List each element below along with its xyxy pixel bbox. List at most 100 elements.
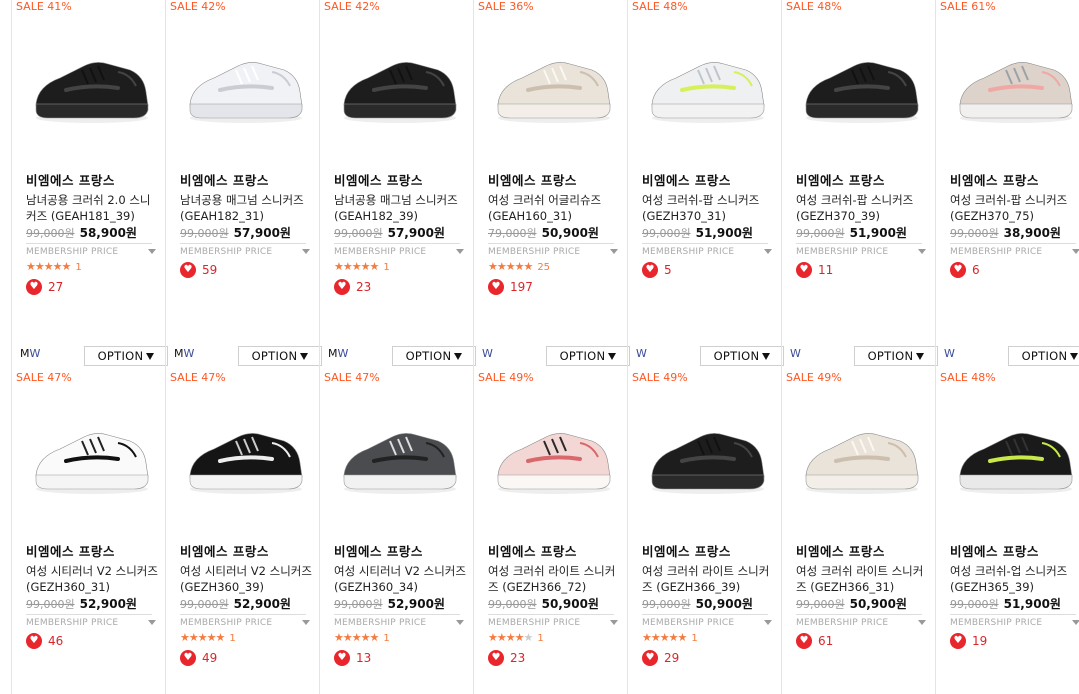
brand-name[interactable]: 비엠에스 프랑스 — [26, 170, 115, 189]
black-sneaker-image[interactable] — [796, 26, 926, 136]
like-button[interactable]: ♥ 49 — [180, 650, 217, 666]
product-card[interactable]: SALE 47% 비엠에스 프랑스 여성 시티러너 V2 스니커즈 (GEZH3… — [319, 371, 473, 694]
membership-price-toggle[interactable]: MEMBERSHIP PRICE — [796, 243, 926, 257]
product-card[interactable]: SALE 48% 비엠에스 프랑스 여성 크러쉬-팝 스니커즈 (GEZH370… — [781, 0, 938, 371]
grey-sock-sneaker-image[interactable] — [334, 397, 464, 507]
product-name[interactable]: 여성 크러쉬-팝 스니커즈 (GEZH370_39) — [796, 192, 928, 224]
membership-price-toggle[interactable]: MEMBERSHIP PRICE — [26, 614, 156, 628]
like-button[interactable]: ♥ 13 — [334, 650, 371, 666]
membership-price-toggle[interactable]: MEMBERSHIP PRICE — [26, 243, 156, 257]
product-card[interactable]: SALE 49% 비엠에스 프랑스 여성 크러쉬 라이트 스니커즈 (GEZH3… — [627, 371, 781, 694]
product-name[interactable]: 남녀공용 매그넘 스니커즈 (GEAH182_39) — [334, 192, 466, 224]
brand-name[interactable]: 비엠에스 프랑스 — [180, 170, 269, 189]
brand-name[interactable]: 비엠에스 프랑스 — [334, 170, 423, 189]
caret-down-icon — [916, 352, 925, 360]
product-card[interactable]: SALE 42% 비엠에스 프랑스 남녀공용 매그넘 스니커즈 (GEAH182… — [165, 0, 322, 371]
brand-name[interactable]: 비엠에스 프랑스 — [642, 170, 731, 189]
product-name[interactable]: 남녀공용 크러쉬 2.0 스니커즈 (GEAH181_39) — [26, 192, 158, 224]
membership-price-toggle[interactable]: MEMBERSHIP PRICE — [488, 243, 618, 257]
sale-price: 50,900원 — [541, 226, 599, 240]
membership-price-toggle[interactable]: MEMBERSHIP PRICE — [950, 614, 1079, 628]
like-button[interactable]: ♥ 23 — [334, 279, 371, 295]
product-name[interactable]: 여성 크러쉬 라이트 스니커즈 (GEZH366_31) — [796, 563, 928, 595]
like-button[interactable]: ♥ 197 — [488, 279, 533, 295]
membership-price-toggle[interactable]: MEMBERSHIP PRICE — [642, 614, 772, 628]
like-button[interactable]: ♥ 5 — [642, 262, 672, 278]
white-sneaker-image[interactable] — [180, 26, 310, 136]
product-card[interactable]: SALE 42% 비엠에스 프랑스 남녀공용 매그넘 스니커즈 (GEAH182… — [319, 0, 476, 371]
product-name[interactable]: 여성 시티러너 V2 스니커즈 (GEZH360_31) — [26, 563, 158, 595]
brand-name[interactable]: 비엠에스 프랑스 — [796, 541, 885, 560]
black-mesh-sneaker-image[interactable] — [950, 397, 1079, 507]
brand-name[interactable]: 비엠에스 프랑스 — [796, 170, 885, 189]
product-name[interactable]: 여성 크러쉬-팝 스니커즈 (GEZH370_75) — [950, 192, 1079, 224]
brand-name[interactable]: 비엠에스 프랑스 — [488, 541, 577, 560]
product-card[interactable]: SALE 47% 비엠에스 프랑스 여성 시티러너 V2 스니커즈 (GEZH3… — [165, 371, 319, 694]
option-button[interactable]: OPTION — [84, 346, 168, 366]
like-button[interactable]: ♥ 61 — [796, 633, 833, 649]
product-name[interactable]: 여성 크러쉬-팝 스니커즈 (GEZH370_31) — [642, 192, 774, 224]
brand-name[interactable]: 비엠에스 프랑스 — [642, 541, 731, 560]
membership-price-toggle[interactable]: MEMBERSHIP PRICE — [950, 243, 1079, 257]
product-name[interactable]: 여성 크러쉬 라이트 스니커즈 (GEZH366_72) — [488, 563, 620, 595]
review-count: 1 — [75, 262, 82, 273]
original-price: 99,000원 — [180, 598, 229, 611]
like-button[interactable]: ♥ 46 — [26, 633, 63, 649]
black-sock-sneaker-image[interactable] — [180, 397, 310, 507]
like-button[interactable]: ♥ 23 — [488, 650, 525, 666]
beige-pink-sneaker-image[interactable] — [950, 26, 1079, 136]
membership-price-toggle[interactable]: MEMBERSHIP PRICE — [180, 243, 310, 257]
product-card[interactable]: SALE 49% 비엠에스 프랑스 여성 크러쉬 라이트 스니커즈 (GEZH3… — [781, 371, 935, 694]
product-name[interactable]: 여성 시티러너 V2 스니커즈 (GEZH360_34) — [334, 563, 466, 595]
product-card[interactable]: SALE 49% 비엠에스 프랑스 여성 크러쉬 라이트 스니커즈 (GEZH3… — [473, 371, 627, 694]
membership-price-toggle[interactable]: MEMBERSHIP PRICE — [488, 614, 618, 628]
like-button[interactable]: ♥ 29 — [642, 650, 679, 666]
product-card[interactable]: SALE 61% 비엠에스 프랑스 여성 크러쉬-팝 스니커즈 (GEZH370… — [935, 0, 1079, 371]
option-button[interactable]: OPTION — [854, 346, 938, 366]
like-button[interactable]: ♥ 27 — [26, 279, 63, 295]
product-name[interactable]: 여성 크러쉬 어글리슈즈 (GEAH160_31) — [488, 192, 620, 224]
option-label: OPTION — [713, 349, 760, 363]
sale-badge: SALE 48% — [940, 371, 996, 384]
black-sneaker-image[interactable] — [334, 26, 464, 136]
black-sneaker-image[interactable] — [26, 26, 156, 136]
product-card[interactable]: SALE 36% 비엠에스 프랑스 여성 크러쉬 어글리슈즈 (GEAH160_… — [473, 0, 630, 371]
membership-price-toggle[interactable]: MEMBERSHIP PRICE — [796, 614, 926, 628]
like-button[interactable]: ♥ 19 — [950, 633, 987, 649]
brand-name[interactable]: 비엠에스 프랑스 — [180, 541, 269, 560]
black-sneaker-image[interactable] — [642, 397, 772, 507]
option-button[interactable]: OPTION — [392, 346, 476, 366]
option-button[interactable]: OPTION — [238, 346, 322, 366]
product-name[interactable]: 여성 크러쉬-업 스니커즈 (GEZH365_39) — [950, 563, 1079, 595]
price: 99,000원 52,900원 — [334, 595, 445, 612]
product-name[interactable]: 남녀공용 매그넘 스니커즈 (GEAH182_31) — [180, 192, 312, 224]
option-button[interactable]: OPTION — [546, 346, 630, 366]
sale-price: 51,900원 — [1003, 597, 1061, 611]
product-card[interactable]: SALE 48% 비엠에스 프랑스 여성 크러쉬-업 스니커즈 (GEZH365… — [935, 371, 1079, 694]
option-button[interactable]: OPTION — [700, 346, 784, 366]
option-button[interactable]: OPTION — [1008, 346, 1079, 366]
product-card[interactable]: SALE 41% 비엠에스 프랑스 남녀공용 크러쉬 2.0 스니커즈 (GEA… — [11, 0, 168, 371]
like-button[interactable]: ♥ 11 — [796, 262, 833, 278]
product-name[interactable]: 여성 시티러너 V2 스니커즈 (GEZH360_39) — [180, 563, 312, 595]
caret-down-icon — [608, 352, 617, 360]
brand-name[interactable]: 비엠에스 프랑스 — [950, 170, 1039, 189]
like-button[interactable]: ♥ 6 — [950, 262, 980, 278]
product-card[interactable]: SALE 47% 비엠에스 프랑스 여성 시티러너 V2 스니커즈 (GEZH3… — [11, 371, 165, 694]
membership-price-toggle[interactable]: MEMBERSHIP PRICE — [334, 614, 464, 628]
beige-sneaker-image[interactable] — [796, 397, 926, 507]
pink-sneaker-image[interactable] — [488, 397, 618, 507]
brand-name[interactable]: 비엠에스 프랑스 — [334, 541, 423, 560]
membership-price-toggle[interactable]: MEMBERSHIP PRICE — [180, 614, 310, 628]
brand-name[interactable]: 비엠에스 프랑스 — [488, 170, 577, 189]
membership-price-toggle[interactable]: MEMBERSHIP PRICE — [642, 243, 772, 257]
product-card[interactable]: SALE 48% 비엠에스 프랑스 여성 크러쉬-팝 스니커즈 (GEZH370… — [627, 0, 784, 371]
membership-price-toggle[interactable]: MEMBERSHIP PRICE — [334, 243, 464, 257]
like-button[interactable]: ♥ 59 — [180, 262, 217, 278]
product-name[interactable]: 여성 크러쉬 라이트 스니커즈 (GEZH366_39) — [642, 563, 774, 595]
cream-sneaker-image[interactable] — [488, 26, 618, 136]
brand-name[interactable]: 비엠에스 프랑스 — [26, 541, 115, 560]
white-lime-sneaker-image[interactable] — [642, 26, 772, 136]
brand-name[interactable]: 비엠에스 프랑스 — [950, 541, 1039, 560]
white-sock-sneaker-image[interactable] — [26, 397, 156, 507]
